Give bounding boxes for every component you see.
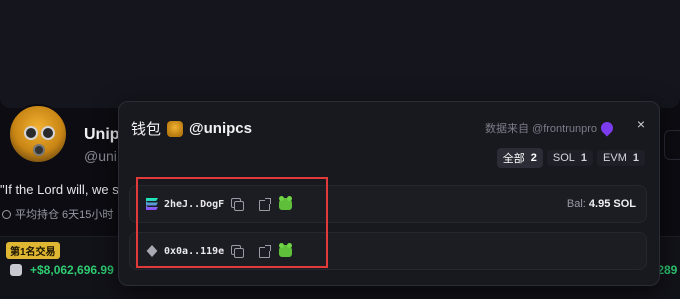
external-link-icon[interactable] [259,198,272,211]
token-icon [10,264,22,276]
close-button[interactable]: × [637,116,645,132]
profile-action-button[interactable] [664,130,680,160]
avatar-eye-icon [41,126,55,140]
avatar-eye-icon [24,126,38,140]
clock-icon [2,209,11,219]
copy-icon[interactable] [231,198,245,211]
modal-title: 钱包 @unipcs [131,118,252,139]
robot-avatar-icon [167,120,184,137]
filter-all[interactable]: 全部 2 [496,148,543,168]
frontrun-logo-icon [598,119,616,137]
wallet-modal: 钱包 @unipcs 数据来自 @frontrunpro × 全部 2 SOL … [118,101,660,286]
external-link-icon[interactable] [259,245,272,258]
frog-icon[interactable] [279,243,293,257]
wallet-address[interactable]: 2heJ..DogF [164,199,224,210]
frog-icon[interactable] [279,196,293,210]
profile-avatar [8,104,68,164]
pnl-value: +$8,062,696.99 [30,263,114,277]
profile-bio: "If the Lord will, we s [0,182,119,197]
filter-label: 全部 [502,153,525,165]
ethereum-icon [146,245,158,257]
profile-handle: @uni [84,148,117,164]
wallet-row: 2heJ..DogF Bal: 4.95 SOL [129,185,647,223]
balance-value: 4.95 SOL [588,198,636,210]
filter-label: SOL [552,152,575,164]
avg-hold-time: 平均持仓 6天15小时 [2,206,113,222]
filter-evm[interactable]: EVM 1 [597,150,645,166]
filter-label: EVM [603,152,627,164]
solana-icon [146,198,158,210]
filter-count: 1 [580,152,588,164]
balance-label: Bal: [566,198,586,210]
avg-hold-time-label: 平均持仓 6天15小时 [15,209,114,221]
wallet-row: 0x0a..119e [129,232,647,270]
copy-icon[interactable] [231,245,245,258]
profile-banner [0,0,680,108]
modal-title-label: 钱包 [131,121,162,138]
data-source: 数据来自 @frontrunpro [485,119,616,137]
data-source-label[interactable]: 数据来自 @frontrunpro [485,120,597,136]
rank-badge: 第1名交易 [6,242,60,259]
avatar-mouth-icon [33,144,45,156]
filter-sol[interactable]: SOL 1 [546,150,594,166]
wallet-balance: Bal: 4.95 SOL [567,198,636,210]
modal-handle: @unipcs [189,120,252,137]
wallet-address[interactable]: 0x0a..119e [164,246,224,257]
chain-filter-group: 全部 2 SOL 1 EVM 1 [496,148,645,168]
filter-count: 2 [530,152,537,164]
filter-count: 1 [632,152,639,164]
profile-name: Unip [84,126,120,143]
